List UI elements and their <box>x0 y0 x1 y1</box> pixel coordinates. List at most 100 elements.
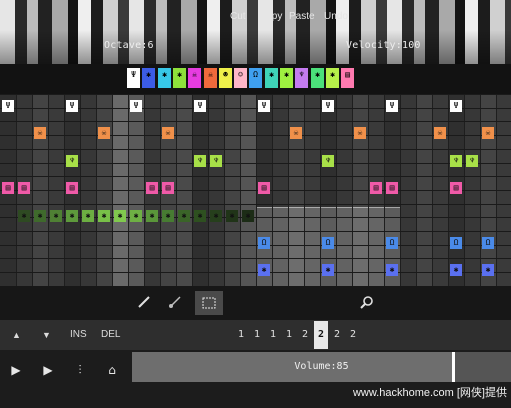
grid-hline <box>0 231 511 232</box>
grid-note[interactable]: ▤ <box>370 182 382 194</box>
grid-note[interactable]: ♆ <box>194 155 206 167</box>
sequencer-grid[interactable]: Ψ Ψ Ψ Ψ Ψ Ψ Ψ Ψ ☠ ☠ ☠ ☠ ☠ ☠ ☠ ♆ ♆ ♆ ♆ ♆ ♆ ▤ ▤ ▤ ▤ ▤ ▤ ▤ ▤ ▤ ✱ ✱ ✱ ✱ ✱ ✱ ✱ ✱ ✱ ✱… <box>0 94 511 286</box>
grid-note[interactable]: ▤ <box>146 182 158 194</box>
pattern-number[interactable]: 1 <box>266 320 280 350</box>
tv-icon[interactable]: ⌂ <box>103 358 121 382</box>
instrument-swatch[interactable]: ▤ <box>341 68 354 88</box>
grid-note[interactable]: ♆ <box>322 155 334 167</box>
grid-note[interactable]: Ω <box>450 237 462 249</box>
undo-button[interactable]: Undo <box>324 0 348 34</box>
grid-note[interactable]: ✱ <box>162 210 174 222</box>
insert-button[interactable]: INS <box>70 320 87 350</box>
pattern-number[interactable]: 2 <box>298 320 312 350</box>
grid-note[interactable]: ✱ <box>482 264 494 276</box>
grid-note[interactable]: ▤ <box>386 182 398 194</box>
delete-button[interactable]: DEL <box>101 320 120 350</box>
instrument-swatch[interactable]: ✱ <box>326 68 339 88</box>
octave-label[interactable]: Octave:6 <box>104 40 154 51</box>
grid-note[interactable]: ✱ <box>130 210 142 222</box>
grid-note[interactable]: ✱ <box>82 210 94 222</box>
grid-note[interactable]: ▤ <box>18 182 30 194</box>
grid-note[interactable]: Ω <box>482 237 494 249</box>
grid-note[interactable]: Ψ <box>322 100 334 112</box>
grid-note[interactable]: ✱ <box>210 210 222 222</box>
grid-note[interactable]: ✱ <box>66 210 78 222</box>
scroll-down-button[interactable]: ▼ <box>42 320 51 350</box>
face-icon: ☺ <box>238 70 243 79</box>
grid-note[interactable]: ☠ <box>34 127 46 139</box>
instrument-swatch[interactable]: ✱ <box>280 68 293 88</box>
grid-note[interactable]: ▤ <box>258 182 270 194</box>
grid-note[interactable]: Ψ <box>450 100 462 112</box>
waveform-icon[interactable]: ⫶ <box>71 358 89 382</box>
instrument-swatch[interactable]: ☠ <box>188 68 201 88</box>
grid-note[interactable]: ♆ <box>450 155 462 167</box>
piano-keyboard[interactable] <box>0 0 511 64</box>
grid-note[interactable]: ✱ <box>450 264 462 276</box>
copy-button[interactable]: Copy <box>259 0 282 34</box>
grid-note[interactable]: ✱ <box>34 210 46 222</box>
pattern-number[interactable]: 2 <box>346 320 360 350</box>
grid-note[interactable]: ✱ <box>194 210 206 222</box>
scroll-up-button[interactable]: ▲ <box>12 320 21 350</box>
instrument-swatch[interactable]: ✱ <box>142 68 155 88</box>
grid-note[interactable]: ✱ <box>386 264 398 276</box>
grid-note[interactable]: Ψ <box>66 100 78 112</box>
pattern-number[interactable]: 2 <box>314 320 328 350</box>
instrument-swatch[interactable]: ✱ <box>158 68 171 88</box>
pattern-number[interactable]: 1 <box>282 320 296 350</box>
instrument-swatch[interactable]: ✱ <box>173 68 186 88</box>
grid-note[interactable]: ☠ <box>162 127 174 139</box>
velocity-label[interactable]: Velocity:100 <box>346 40 421 51</box>
grid-note[interactable]: ☠ <box>98 127 110 139</box>
grid-note[interactable]: ✱ <box>146 210 158 222</box>
grid-note[interactable]: ✱ <box>114 210 126 222</box>
grid-note[interactable]: ✱ <box>322 264 334 276</box>
cut-button[interactable]: Cut <box>230 0 246 34</box>
grid-note[interactable]: Ψ <box>194 100 206 112</box>
pattern-number[interactable]: 1 <box>234 320 248 350</box>
paste-button[interactable]: Paste <box>289 0 315 34</box>
instrument-swatch[interactable]: ✱ <box>311 68 324 88</box>
grid-note[interactable]: ♆ <box>66 155 78 167</box>
grid-note[interactable]: ☠ <box>482 127 494 139</box>
pencil-icon[interactable] <box>137 295 151 309</box>
instrument-swatch[interactable]: Ω <box>249 68 262 88</box>
grid-note[interactable]: ♆ <box>210 155 222 167</box>
brush-icon[interactable] <box>168 295 182 309</box>
grid-note[interactable]: ▤ <box>2 182 14 194</box>
grid-note[interactable]: Ω <box>258 237 270 249</box>
instrument-swatch[interactable]: ✱ <box>265 68 278 88</box>
grid-note[interactable]: ✱ <box>18 210 30 222</box>
grid-note[interactable]: ▤ <box>450 182 462 194</box>
grid-note[interactable]: ▤ <box>162 182 174 194</box>
grid-note[interactable]: Ω <box>322 237 334 249</box>
grid-note[interactable]: Ω <box>386 237 398 249</box>
zoom-icon[interactable] <box>360 295 374 309</box>
grid-note[interactable]: ✱ <box>98 210 110 222</box>
instrument-swatch[interactable]: ☻ <box>219 68 232 88</box>
instrument-swatch[interactable]: Ψ <box>127 68 140 88</box>
grid-note[interactable]: Ψ <box>258 100 270 112</box>
grid-hline <box>0 94 511 95</box>
grid-note[interactable]: ☠ <box>290 127 302 139</box>
grid-note[interactable]: ☠ <box>434 127 446 139</box>
grid-note[interactable]: ☠ <box>354 127 366 139</box>
grid-note[interactable]: ♆ <box>466 155 478 167</box>
grid-note[interactable]: ✱ <box>242 210 254 222</box>
grid-note[interactable]: ✱ <box>226 210 238 222</box>
grid-note[interactable]: ▤ <box>66 182 78 194</box>
grid-note[interactable]: ✱ <box>258 264 270 276</box>
grid-note[interactable]: ✱ <box>50 210 62 222</box>
play-pattern-icon[interactable]: ▶ <box>40 358 56 382</box>
grid-note[interactable]: Ψ <box>386 100 398 112</box>
pattern-number[interactable]: 2 <box>330 320 344 350</box>
play-icon[interactable]: ▶ <box>8 358 24 382</box>
grid-note[interactable]: ✱ <box>178 210 190 222</box>
instrument-swatch[interactable]: ☠ <box>204 68 217 88</box>
instrument-swatch[interactable]: ♆ <box>295 68 308 88</box>
pattern-number[interactable]: 1 <box>250 320 264 350</box>
instrument-swatch[interactable]: ☺ <box>234 68 247 88</box>
grid-note[interactable]: Ψ <box>2 100 14 112</box>
grid-note[interactable]: Ψ <box>130 100 142 112</box>
